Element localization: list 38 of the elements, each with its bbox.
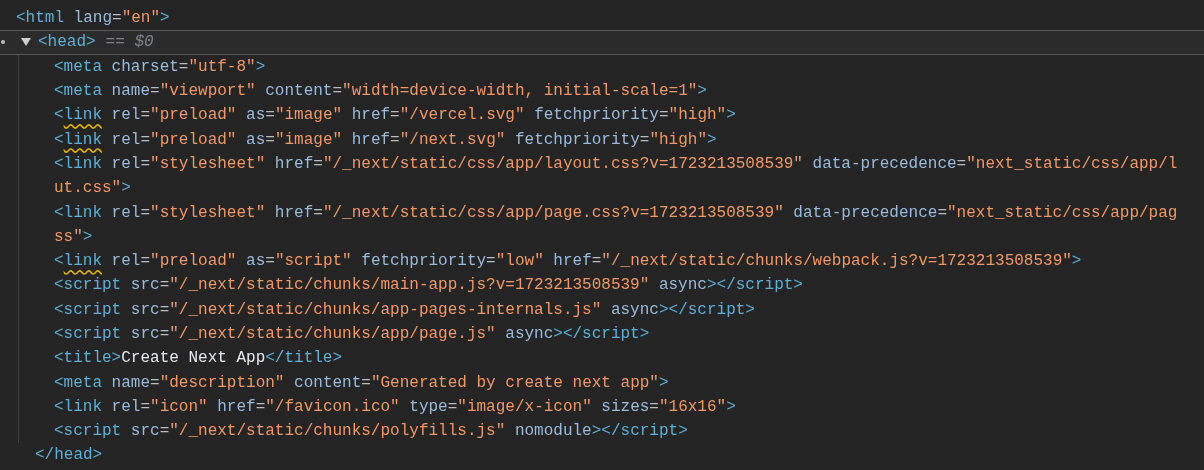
code-line: <link rel="icon" href="/favicon.ico" type="image/x-icon" sizes="16x16"> (54, 397, 736, 416)
code-line: <script src="/_next/static/chunks/app/page.js" async></script> (54, 325, 650, 343)
code-line: <link rel="stylesheet" href="/_next/static/css/app/page.css?v=1723213508539" data-precedence="next_static/css/app/pag (54, 203, 1178, 222)
code-line: <meta charset="utf-8"> (54, 57, 266, 76)
node-row[interactable]: <script src="/_next/static/chunks/polyfills.js" nomodule></script> (0, 419, 1204, 444)
selected-node-row[interactable]: <head> == $0 (0, 30, 1204, 55)
node-row[interactable]: <script src="/_next/static/chunks/app-pages-internals.js" async></script> (0, 297, 1204, 322)
selection-dot-icon (1, 40, 5, 45)
console-reference: == $0 (105, 33, 154, 52)
node-row[interactable]: <html lang="en"> (0, 6, 1204, 31)
node-row[interactable]: <title>Create Next App</title> (0, 346, 1204, 371)
code-line: <link rel="preload" as="image" href="/next.svg" fetchpriority="high"> (54, 130, 717, 149)
node-row[interactable]: <link rel="icon" href="/favicon.ico" type="image/x-icon" sizes="16x16"> (0, 394, 1204, 420)
code-line: <head> (38, 33, 96, 52)
node-row[interactable]: <meta name="description" content="Generated by create next app"> (0, 370, 1204, 395)
node-row[interactable]: <script src="/_next/static/chunks/main-app.js?v=1723213508539" async></script> (0, 273, 1204, 298)
node-row[interactable]: <link rel="preload" as="image" href="/next.svg" fetchpriority="high"> (0, 127, 1204, 152)
code-line: <link rel="preload" as="image" href="/vercel.svg" fetchpriority="high"> (54, 106, 736, 125)
node-row[interactable]: <link rel="stylesheet" href="/_next/static/css/app/page.css?v=1723213508539" data-precedence="next_static/css/app/pag (0, 200, 1204, 225)
code-line: <script src="/_next/static/chunks/polyfills.js" nomodule></script> (54, 422, 688, 441)
code-line: <title>Create Next App</title> (54, 349, 343, 368)
code-line: ss"> (54, 227, 93, 246)
caret-down-icon[interactable] (20, 37, 32, 48)
code-line: <script src="/_next/static/chunks/main-app.js?v=1723213508539" async></script> (54, 276, 803, 295)
node-row[interactable]: <script src="/_next/static/chunks/app/page.js" async></script> (0, 321, 1204, 347)
code-line: ut.css"> (54, 179, 131, 198)
code-line: <link rel="preload" as="script" fetchpriority="low" href="/_next/static/chunks/webpack.js?v=1723213508539"> (54, 252, 1082, 271)
code-line: <html lang="en"> (16, 9, 170, 28)
node-row[interactable]: <meta name="viewport" content="width=device-width, initial-scale=1"> (0, 78, 1204, 104)
code-line: </head> (35, 446, 103, 465)
code-line: <link rel="stylesheet" href="/_next/static/css/app/layout.css?v=1723213508539" data-precedence="next_static/css/app/l (54, 154, 1178, 173)
node-row[interactable]: <link rel="preload" as="image" href="/vercel.svg" fetchpriority="high"> (0, 103, 1204, 128)
node-row[interactable]: <link rel="preload" as="script" fetchpriority="low" href="/_next/static/chunks/webpack.js?v=1723213508539"> (0, 248, 1204, 274)
code-line: <meta name="viewport" content="width=device-width, initial-scale=1"> (54, 82, 707, 101)
code-line: <script src="/_next/static/chunks/app-pages-internals.js" async></script> (54, 300, 755, 319)
node-row[interactable]: <link rel="stylesheet" href="/_next/static/css/app/layout.css?v=1723213508539" data-precedence="next_static/css/app/l (0, 151, 1204, 177)
code-line: <meta name="description" content="Generated by create next app"> (54, 373, 669, 392)
node-row[interactable]: <meta charset="utf-8"> (0, 54, 1204, 79)
